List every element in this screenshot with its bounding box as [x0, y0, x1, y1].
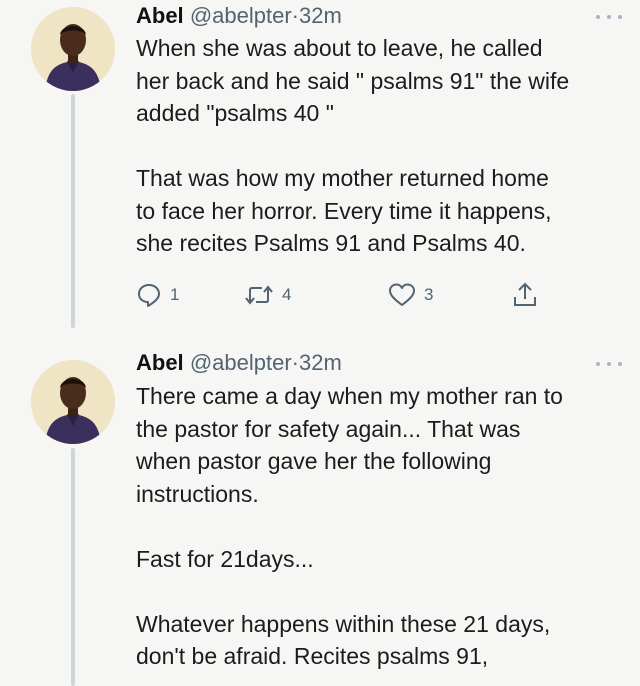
reply-count: 1: [170, 285, 180, 304]
timestamp[interactable]: 32m: [299, 3, 342, 28]
tweet-text-line: when pastor gave her the following: [136, 448, 492, 474]
avatar[interactable]: [31, 7, 115, 91]
tweet-text-line: she recites Psalms 91 and Psalms 40.: [136, 230, 526, 256]
tweet-text-line: instructions.: [136, 480, 259, 507]
like-button[interactable]: 3: [388, 280, 433, 310]
tweet-text-line: added "psalms 40 ": [136, 100, 334, 126]
tweet-text-line: her back and he said " psalms 91" the wi…: [136, 67, 570, 94]
tweet-text: When she was about to leave, he called h…: [136, 32, 636, 260]
tweet[interactable]: Abel @abelpter·32m When she was about to…: [0, 0, 640, 330]
retweet-count: 4: [282, 285, 292, 304]
heart-outline-icon: [389, 283, 415, 306]
tweet-text-line: When she was about to leave, he called: [136, 35, 543, 61]
avatar-photo: [31, 360, 115, 444]
author-name[interactable]: Abel: [136, 350, 184, 375]
share-upload-icon: [514, 282, 536, 306]
speech-bubble-icon: [138, 284, 160, 307]
tweet-header: Abel @abelpter·32m: [136, 2, 342, 30]
author-handle[interactable]: @abelpter: [190, 350, 292, 375]
avatar-photo: [31, 7, 115, 91]
more-options-icon[interactable]: [596, 359, 622, 369]
reply-button[interactable]: 1: [136, 280, 179, 310]
header-separator: ·: [291, 350, 299, 375]
header-separator: ·: [291, 3, 299, 28]
retweet-button[interactable]: 4: [244, 280, 291, 310]
more-options-icon[interactable]: [596, 12, 622, 22]
tweet-text-line: the pastor for safety again... That was: [136, 415, 521, 442]
tweet-text-line: Whatever happens within these 21 days,: [136, 610, 551, 637]
tweet-text-line: That was how my mother returned home: [136, 165, 549, 191]
avatar[interactable]: [31, 360, 115, 444]
tweet-text-line: Fast for 21days...: [136, 545, 314, 572]
like-count: 3: [424, 285, 434, 304]
timestamp[interactable]: 32m: [299, 350, 342, 375]
author-name[interactable]: Abel: [136, 3, 184, 28]
tweet-actions: 1 4 3: [136, 280, 556, 310]
tweet-text: There came a day when my mother ran to t…: [136, 380, 636, 673]
tweet-text-line: to face her horror. Every time it happen…: [136, 197, 552, 224]
tweet-text-line: don't be afraid. Recites psalms 91,: [136, 643, 489, 669]
tweet[interactable]: Abel @abelpter·32m There came a day when…: [0, 346, 640, 686]
tweet-text-line: There came a day when my mother ran to: [136, 383, 563, 409]
retweet-arrows-icon: [245, 285, 273, 305]
share-button[interactable]: [512, 280, 538, 310]
author-handle[interactable]: @abelpter: [190, 3, 292, 28]
tweet-header: Abel @abelpter·32m: [136, 349, 342, 377]
